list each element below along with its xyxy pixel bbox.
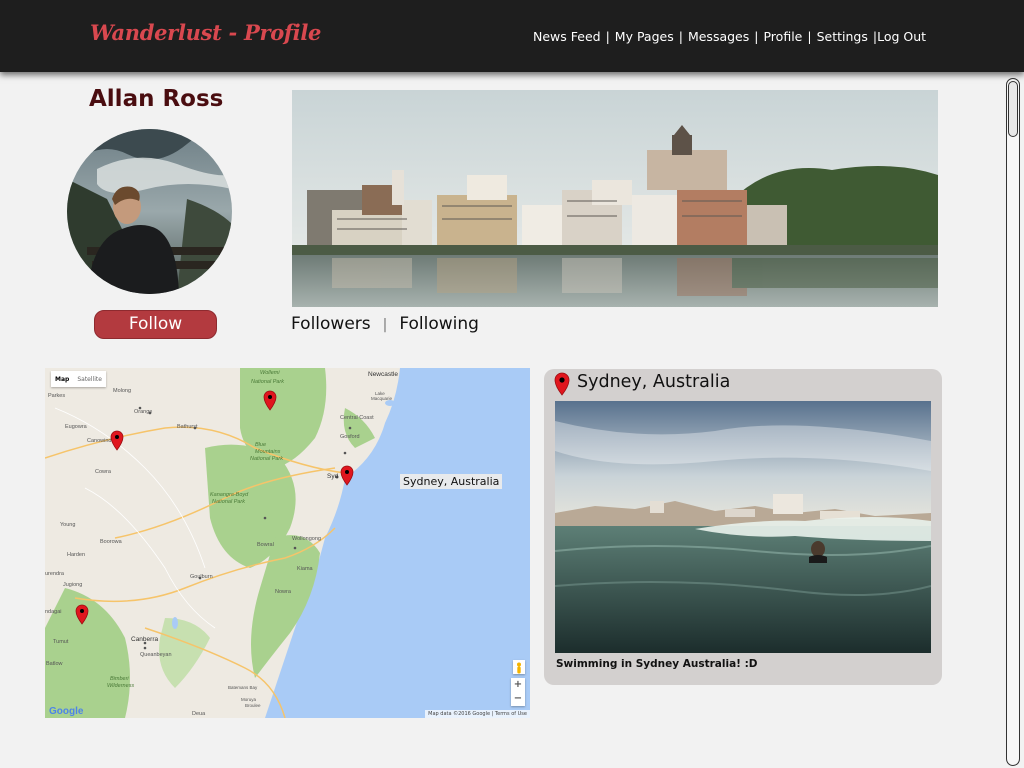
- zoom-in-button[interactable]: +: [511, 678, 525, 692]
- svg-text:Boorowa: Boorowa: [100, 539, 123, 545]
- follow-divider: |: [382, 317, 388, 333]
- cover-photo: [292, 90, 938, 307]
- nav-separator: |: [807, 29, 812, 44]
- svg-text:Mountains: Mountains: [255, 449, 281, 455]
- svg-text:Syd: Syd: [327, 473, 339, 480]
- nav-messages[interactable]: Messages: [688, 29, 749, 44]
- svg-text:Goulburn: Goulburn: [190, 574, 213, 580]
- zoom-out-button[interactable]: −: [511, 692, 525, 706]
- svg-text:National Park: National Park: [250, 456, 283, 462]
- svg-text:Macquarie: Macquarie: [371, 396, 393, 401]
- svg-text:Tumut: Tumut: [53, 639, 69, 645]
- nav-profile[interactable]: Profile: [763, 29, 802, 44]
- svg-text:Wollemi: Wollemi: [260, 370, 280, 376]
- nav-separator: |: [754, 29, 759, 44]
- follow-links: Followers | Following: [291, 314, 479, 334]
- svg-text:Parkes: Parkes: [48, 393, 65, 399]
- svg-text:Deua: Deua: [192, 711, 206, 717]
- location-pin-icon: [554, 372, 570, 400]
- svg-text:Wollongong: Wollongong: [292, 536, 321, 542]
- svg-text:Gosford: Gosford: [340, 434, 360, 440]
- post-caption: Swimming in Sydney Australia! :D: [556, 658, 758, 670]
- svg-text:National Park: National Park: [251, 379, 284, 385]
- main-nav: News Feed | My Pages | Messages | Profile | Sett…: [533, 29, 926, 44]
- google-logo: Google: [49, 706, 84, 717]
- post-card: Sydney, Australia Swimming in Sydney Aus…: [544, 369, 942, 685]
- nav-separator: |: [605, 29, 610, 44]
- svg-text:Nowra: Nowra: [275, 589, 292, 595]
- svg-text:Molong: Molong: [113, 388, 131, 394]
- post-photo[interactable]: [555, 401, 931, 653]
- following-link[interactable]: Following: [399, 314, 479, 334]
- svg-text:Broulee: Broulee: [245, 703, 261, 708]
- page-scrollbar[interactable]: [1006, 78, 1020, 766]
- svg-text:Bathurst: Bathurst: [177, 424, 198, 430]
- profile-avatar: [67, 129, 232, 294]
- svg-text:urendra: urendra: [45, 571, 65, 577]
- svg-text:Kanangra-Boyd: Kanangra-Boyd: [210, 492, 249, 498]
- profile-name: Allan Ross: [89, 86, 224, 112]
- svg-text:Batemans Bay: Batemans Bay: [228, 685, 258, 690]
- svg-text:Newcastle: Newcastle: [368, 371, 398, 378]
- brand-logo[interactable]: Wanderlust - Profile: [90, 20, 321, 45]
- svg-text:Jugiong: Jugiong: [63, 582, 82, 588]
- svg-text:Canberra: Canberra: [131, 636, 158, 643]
- svg-text:Queanbeyan: Queanbeyan: [140, 652, 172, 658]
- map-pin-label[interactable]: Sydney, Australia: [400, 474, 503, 489]
- svg-text:ndagai: ndagai: [45, 609, 62, 615]
- map-attribution[interactable]: Map data ©2016 Google | Terms of Use: [425, 710, 530, 718]
- svg-text:Wilderness: Wilderness: [107, 683, 134, 689]
- svg-text:Harden: Harden: [67, 552, 85, 558]
- svg-text:Eugowra: Eugowra: [65, 424, 88, 430]
- svg-text:Central Coast: Central Coast: [340, 415, 374, 421]
- nav-news-feed[interactable]: News Feed: [533, 29, 601, 44]
- nav-separator: |: [678, 29, 683, 44]
- nav-my-pages[interactable]: My Pages: [615, 29, 674, 44]
- svg-text:Blue: Blue: [255, 442, 266, 448]
- zoom-control: + −: [511, 678, 525, 706]
- svg-text:National Park: National Park: [212, 499, 245, 505]
- top-header: Wanderlust - Profile News Feed | My Pages |…: [0, 0, 1024, 72]
- follow-button[interactable]: Follow: [94, 310, 217, 339]
- svg-text:Orange: Orange: [134, 409, 152, 415]
- svg-text:Kiama: Kiama: [297, 566, 314, 572]
- post-location[interactable]: Sydney, Australia: [577, 372, 730, 392]
- svg-text:Moruya: Moruya: [241, 697, 257, 702]
- map-type-control: Map Satellite: [51, 371, 106, 387]
- followers-link[interactable]: Followers: [291, 314, 371, 334]
- map-type-map[interactable]: Map: [51, 376, 73, 383]
- scrollbar-thumb[interactable]: [1008, 81, 1018, 137]
- svg-text:Bowral: Bowral: [257, 542, 274, 548]
- svg-text:Bimberi: Bimberi: [110, 676, 129, 682]
- svg-text:Batlow: Batlow: [46, 661, 63, 667]
- nav-settings[interactable]: Settings: [817, 29, 868, 44]
- map-type-satellite[interactable]: Satellite: [73, 376, 106, 383]
- svg-text:Cowra: Cowra: [95, 469, 112, 475]
- location-map[interactable]: Wollemi National Park Newcastle Lake Mac…: [45, 368, 530, 718]
- pegman-icon[interactable]: [513, 660, 525, 674]
- svg-text:Young: Young: [60, 522, 75, 528]
- nav-log-out[interactable]: Log Out: [877, 29, 926, 44]
